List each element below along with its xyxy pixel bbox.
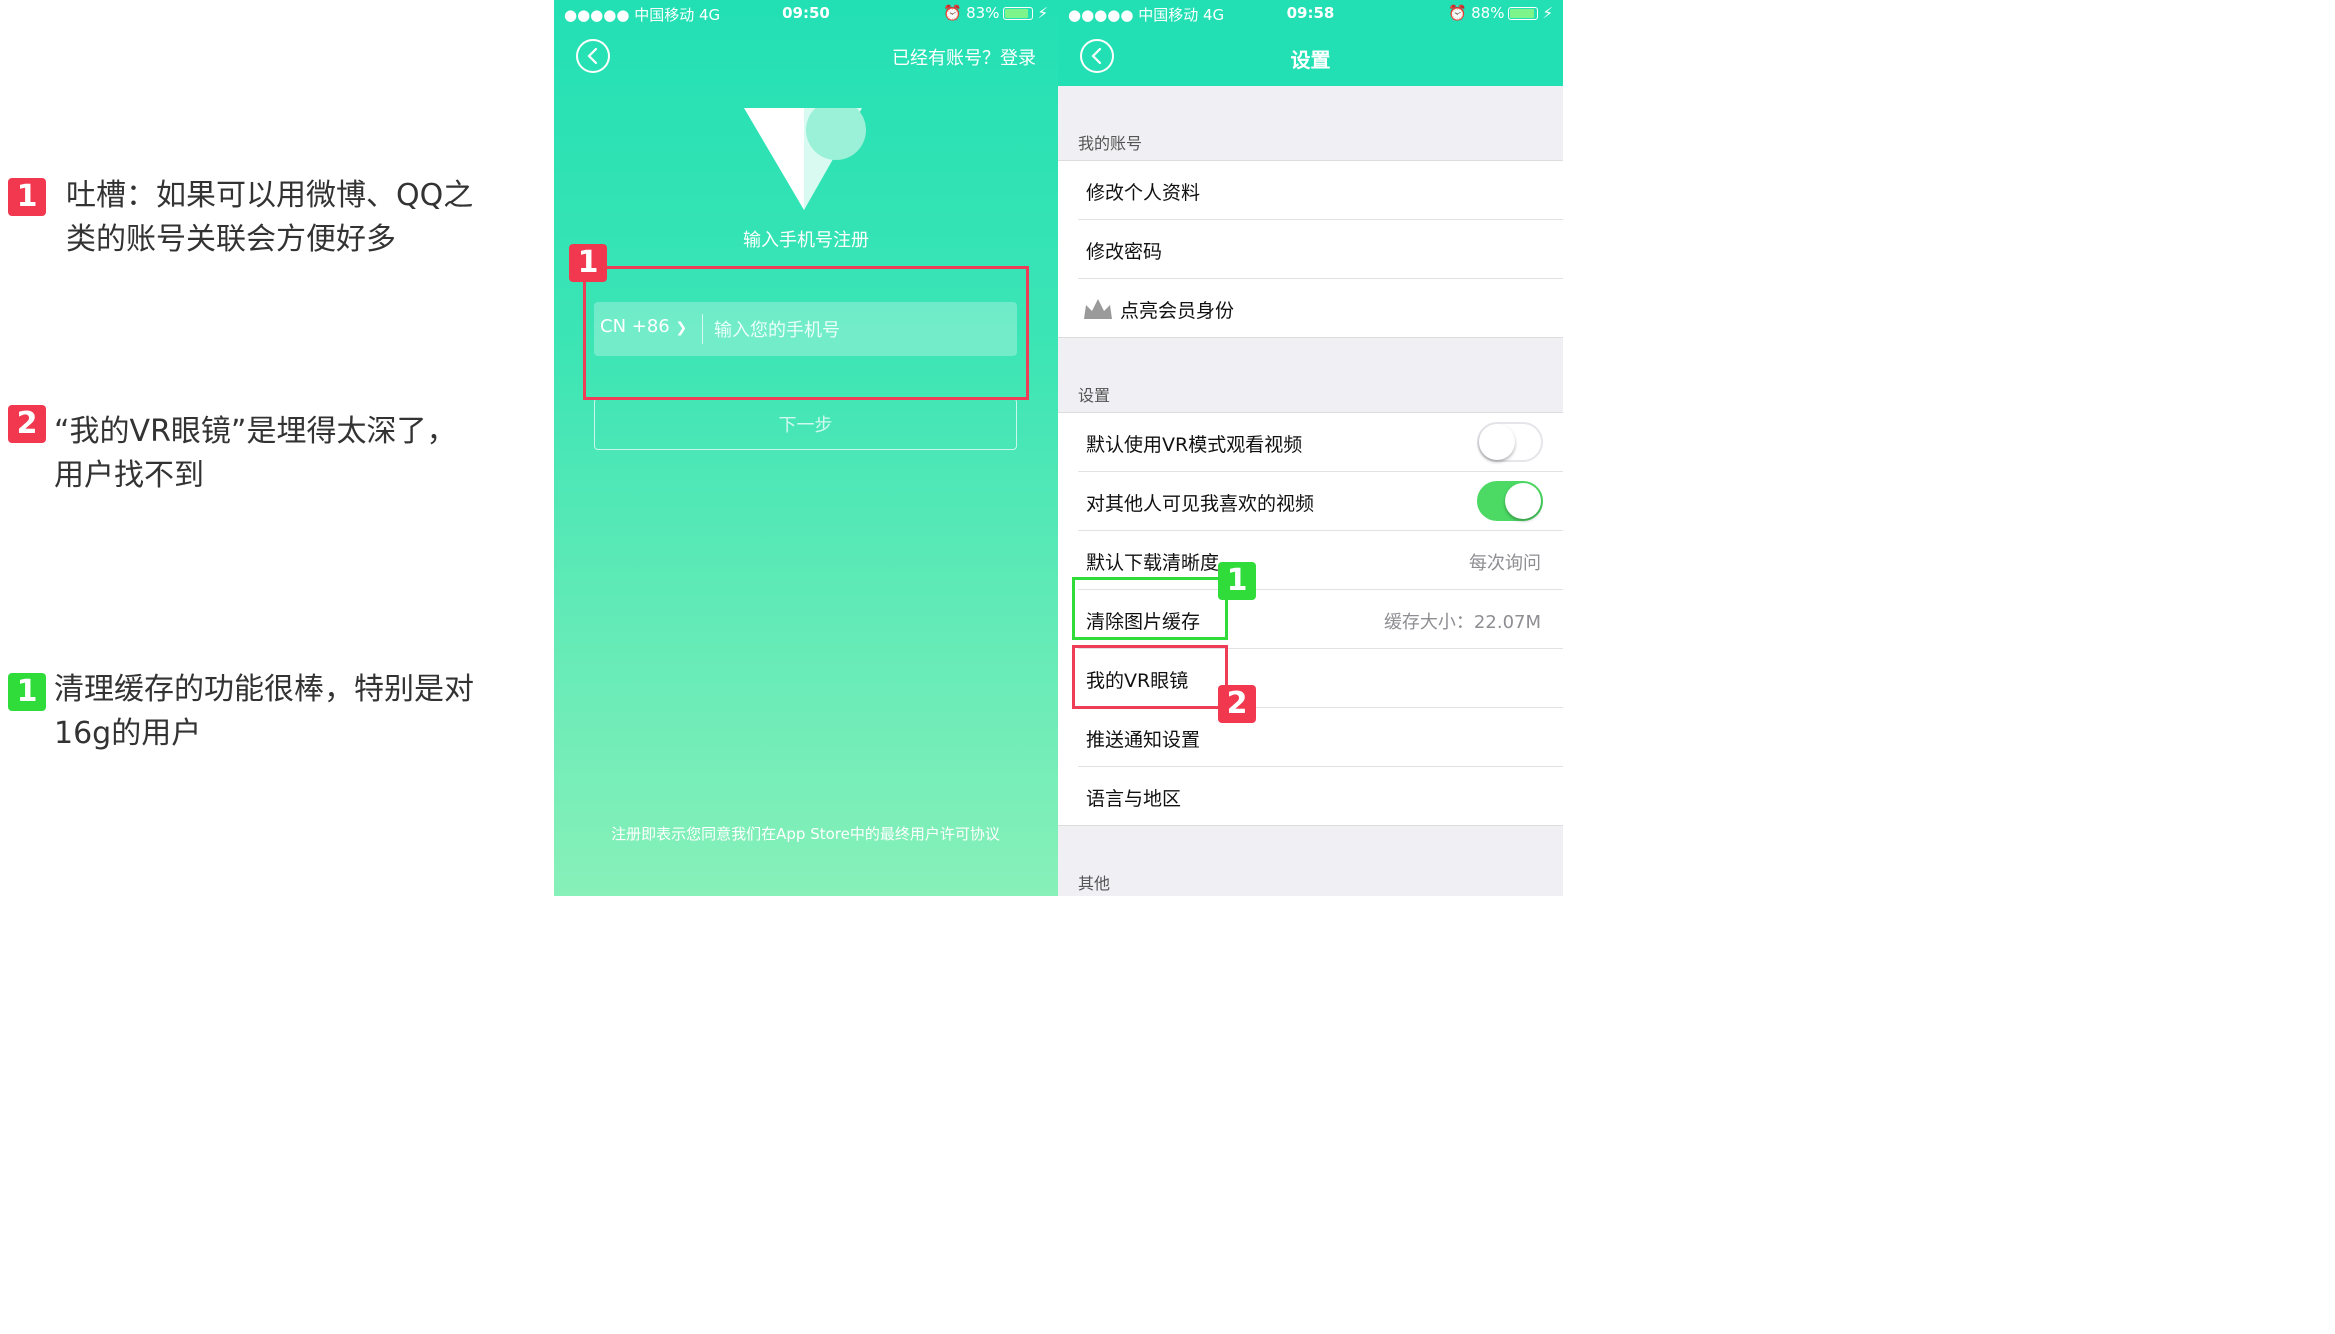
- annotation-text: “我的VR眼镜”是埋得太深了， 用户找不到: [54, 414, 457, 493]
- annotation-text: 清理缓存的功能很棒，特别是对 16g的用户: [54, 672, 474, 751]
- alarm-icon: ⏰: [1448, 4, 1468, 22]
- row-label: 默认下载清晰度: [1086, 552, 1220, 574]
- charging-icon: ⚡: [1037, 4, 1048, 22]
- battery-percent: 88%: [1471, 4, 1505, 22]
- highlight-box-green: [1072, 577, 1228, 640]
- register-title: 输入手机号注册: [743, 230, 869, 251]
- row-label: 语言与地区: [1086, 788, 1182, 810]
- settings-row-edit-profile[interactable]: 修改个人资料: [1078, 161, 1563, 220]
- nav-bar: ●●●●● 中国移动 4G 09:58 ⏰ 88% ⚡ 设置: [1058, 0, 1563, 86]
- next-step-button[interactable]: 下一步: [594, 398, 1017, 450]
- license-agreement-text[interactable]: 注册即表示您同意我们在App Store中的最终用户许可协议: [594, 824, 1017, 844]
- highlight-box-red: [1072, 645, 1228, 709]
- green-badge: 1: [1218, 562, 1256, 600]
- row-value: 缓存大小：22.07M: [1383, 612, 1541, 633]
- red-badge: 2: [8, 405, 46, 443]
- settings-row-language-region[interactable]: 语言与地区: [1078, 767, 1563, 825]
- status-bar: ●●●●● 中国移动 4G 09:50 ⏰ 83% ⚡: [554, 0, 1058, 28]
- row-label: 推送通知设置: [1086, 729, 1201, 751]
- red-badge: 2: [1218, 685, 1256, 723]
- highlight-box-red: [583, 266, 1029, 400]
- crown-icon: [1084, 299, 1112, 319]
- account-group: 修改个人资料 修改密码 点亮会员身份: [1058, 160, 1563, 338]
- battery-icon: [1003, 6, 1034, 20]
- annotation-text: 吐槽：如果可以用微博、QQ之 类的账号关联会方便好多: [66, 178, 474, 257]
- red-badge: 1: [569, 244, 607, 282]
- settings-row-change-password[interactable]: 修改密码: [1078, 220, 1563, 279]
- alarm-icon: ⏰: [943, 4, 963, 22]
- row-label: 对其他人可见我喜欢的视频: [1086, 493, 1315, 515]
- section-header-settings: 设置: [1078, 386, 1111, 405]
- login-link[interactable]: 已经有账号？登录: [892, 44, 1036, 70]
- green-badge: 1: [8, 673, 46, 711]
- status-bar: ●●●●● 中国移动 4G 09:58 ⏰ 88% ⚡: [1058, 0, 1563, 28]
- back-chevron-icon: [587, 47, 598, 65]
- settings-row-membership[interactable]: 点亮会员身份: [1078, 279, 1563, 337]
- register-screen: ●●●●● 中国移动 4G 09:50 ⏰ 83% ⚡ 已经有账号？登录 输入手…: [554, 0, 1058, 896]
- battery-indicator: ⏰ 83% ⚡: [943, 4, 1048, 22]
- row-value: 每次询问: [1469, 553, 1541, 574]
- back-button[interactable]: [576, 39, 610, 73]
- settings-row-visible-likes[interactable]: 对其他人可见我喜欢的视频: [1078, 472, 1563, 531]
- row-label: 点亮会员身份: [1120, 300, 1235, 322]
- battery-indicator: ⏰ 88% ⚡: [1448, 4, 1553, 22]
- visible-likes-toggle[interactable]: [1477, 481, 1543, 521]
- section-header-other: 其他: [1078, 874, 1111, 893]
- row-label: 修改密码: [1086, 241, 1163, 263]
- settings-row-push-notifications[interactable]: 推送通知设置: [1078, 708, 1563, 767]
- settings-screen: ●●●●● 中国移动 4G 09:58 ⏰ 88% ⚡ 设置 我的账号 修改个人…: [1058, 0, 1563, 896]
- battery-icon: [1508, 6, 1539, 20]
- page-title: 设置: [1290, 48, 1331, 72]
- row-label: 修改个人资料: [1086, 182, 1201, 204]
- red-badge: 1: [8, 178, 46, 216]
- vr-mode-toggle[interactable]: [1477, 422, 1543, 462]
- charging-icon: ⚡: [1542, 4, 1553, 22]
- battery-percent: 83%: [966, 4, 1000, 22]
- row-label: 默认使用VR模式观看视频: [1086, 434, 1303, 456]
- settings-row-vr-mode[interactable]: 默认使用VR模式观看视频: [1078, 413, 1563, 472]
- app-logo-icon: [744, 108, 866, 210]
- section-header-account: 我的账号: [1078, 134, 1143, 153]
